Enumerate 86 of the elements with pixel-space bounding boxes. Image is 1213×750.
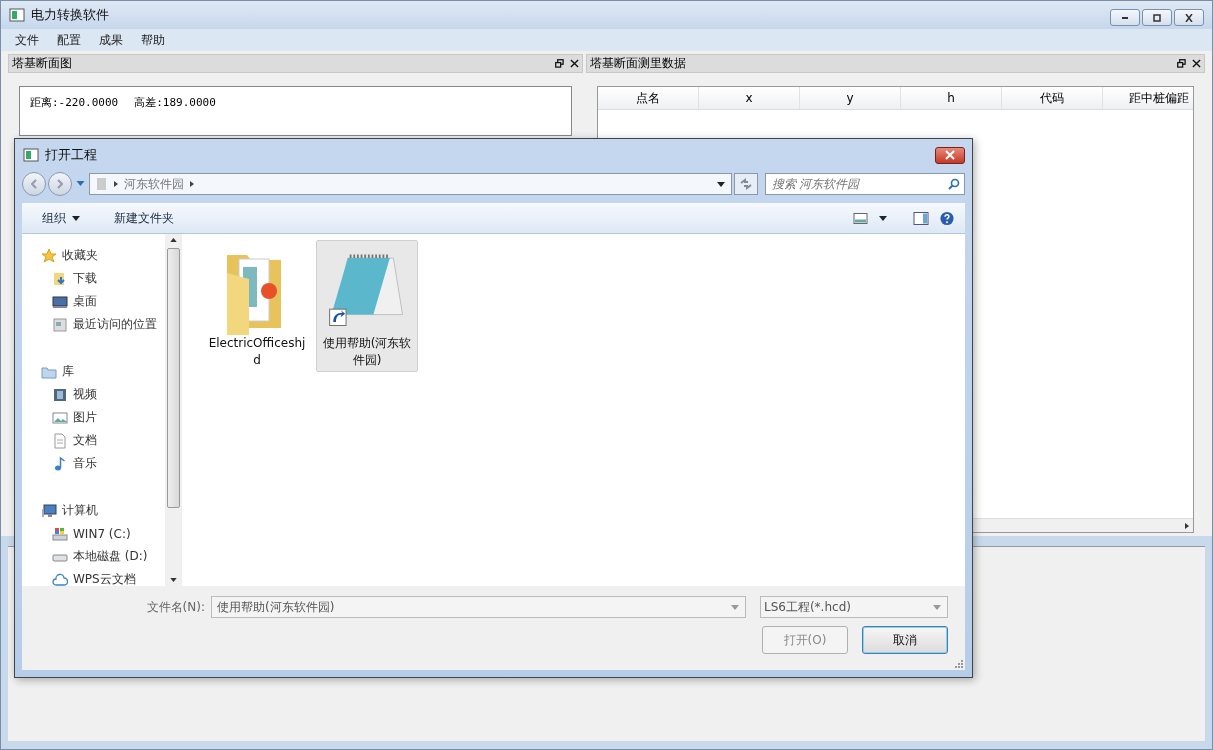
- resize-grip-icon[interactable]: [953, 658, 963, 668]
- column-header[interactable]: x: [699, 87, 800, 109]
- column-header[interactable]: h: [901, 87, 1002, 109]
- close-icon[interactable]: [570, 59, 579, 68]
- nav-item[interactable]: 最近访问的位置: [22, 313, 165, 336]
- caret-icon[interactable]: [879, 215, 887, 221]
- search-field[interactable]: 搜索 河东软件园: [770, 176, 948, 192]
- file-item[interactable]: ElectricOfficeshjd: [206, 240, 308, 372]
- caret-icon: [933, 604, 941, 610]
- nav-item[interactable]: 下载: [22, 267, 165, 290]
- nav-group[interactable]: 收藏夹: [22, 244, 165, 267]
- toolbar-button[interactable]: 新建文件夹: [110, 207, 178, 229]
- close-icon: [1185, 13, 1193, 22]
- system-drive-icon: [52, 525, 68, 542]
- menu-item[interactable]: 帮助: [141, 31, 165, 49]
- panel-title: 塔基断面测里数据: [590, 55, 686, 72]
- scroll-right-icon[interactable]: [1185, 522, 1189, 529]
- computer-icon: [41, 502, 57, 519]
- nav-item[interactable]: 桌面: [22, 290, 165, 313]
- close-icon: [945, 150, 955, 160]
- panel-title: 塔基断面图: [12, 55, 72, 72]
- toolbar-button[interactable]: 组织: [38, 207, 84, 229]
- nav-item[interactable]: 图片: [22, 406, 165, 429]
- column-header[interactable]: 距中桩偏距: [1103, 87, 1193, 109]
- folder-icon: [96, 177, 108, 191]
- readout: 高差:189.0000: [134, 95, 216, 111]
- dialog-button[interactable]: 取消: [862, 626, 948, 654]
- float-icon[interactable]: [555, 59, 564, 68]
- file-name-combo[interactable]: 使用帮助(河东软件园): [211, 596, 746, 618]
- restore-button[interactable]: [1142, 9, 1172, 26]
- column-header[interactable]: 点名: [598, 87, 699, 109]
- recent-places-icon: [52, 316, 68, 333]
- menu-item[interactable]: 配置: [57, 31, 81, 49]
- search-box[interactable]: 搜索 河东软件园: [765, 173, 965, 195]
- desktop-icon: [52, 293, 68, 310]
- document-icon: [52, 432, 68, 449]
- address-bar[interactable]: 河东软件园: [89, 173, 732, 195]
- view-icon[interactable]: [853, 210, 869, 226]
- minimize-button[interactable]: [1110, 9, 1140, 26]
- menu-item[interactable]: 文件: [15, 31, 39, 49]
- column-header[interactable]: y: [800, 87, 901, 109]
- preview-pane-icon[interactable]: [913, 210, 929, 226]
- close-button[interactable]: [935, 146, 965, 164]
- readout: 距离:-220.0000: [30, 95, 119, 111]
- close-icon[interactable]: [1192, 59, 1201, 68]
- nav-group[interactable]: 计算机: [22, 499, 165, 522]
- caret-icon[interactable]: [717, 181, 725, 187]
- window-title: 电力转换软件: [31, 6, 109, 24]
- nav-item[interactable]: 本地磁盘 (D:): [22, 545, 165, 568]
- chevron-icon[interactable]: [190, 181, 194, 187]
- image-icon: [52, 409, 68, 426]
- music-note-icon: [52, 455, 68, 472]
- close-button[interactable]: [1174, 9, 1204, 26]
- refresh-icon: [739, 178, 753, 190]
- scroll-up-icon[interactable]: [169, 238, 177, 242]
- minimize-icon: [1122, 16, 1128, 19]
- video-icon: [52, 386, 68, 403]
- file-type-dropdown[interactable]: LS6工程(*.hcd): [760, 596, 948, 618]
- menu-item[interactable]: 成果: [99, 31, 123, 49]
- dialog-title: 打开工程: [45, 146, 97, 164]
- file-item[interactable]: 使用帮助(河东软件园): [316, 240, 418, 372]
- chevron-icon[interactable]: [114, 181, 118, 187]
- nav-group[interactable]: 库: [22, 360, 165, 383]
- file-name: ElectricOfficeshjd: [208, 335, 306, 369]
- scroll-down-icon[interactable]: [169, 578, 177, 582]
- download-folder-icon: [52, 270, 68, 287]
- help-icon[interactable]: [939, 210, 955, 226]
- nav-item[interactable]: WIN7 (C:): [22, 522, 165, 545]
- refresh-button[interactable]: [734, 173, 758, 195]
- search-icon[interactable]: [948, 178, 960, 190]
- nav-item[interactable]: 音乐: [22, 452, 165, 475]
- nav-item[interactable]: WPS云文档: [22, 568, 165, 586]
- file-name-label: 文件名(N):: [146, 598, 205, 616]
- star-icon: [41, 247, 57, 264]
- breadcrumb-item[interactable]: 河东软件园: [124, 175, 184, 193]
- nav-item[interactable]: 视频: [22, 383, 165, 406]
- app-icon: [9, 7, 25, 23]
- vertical-scrollbar[interactable]: [165, 234, 181, 586]
- nav-item[interactable]: 文档: [22, 429, 165, 452]
- file-name-field[interactable]: 使用帮助(河东软件园): [215, 599, 727, 615]
- history-caret-icon[interactable]: [76, 181, 85, 187]
- maximize-icon: [1153, 13, 1161, 22]
- float-icon[interactable]: [1177, 59, 1186, 68]
- column-header[interactable]: 代码: [1002, 87, 1103, 109]
- dialog-icon: [23, 147, 39, 163]
- file-name: 使用帮助(河东软件园): [321, 335, 413, 369]
